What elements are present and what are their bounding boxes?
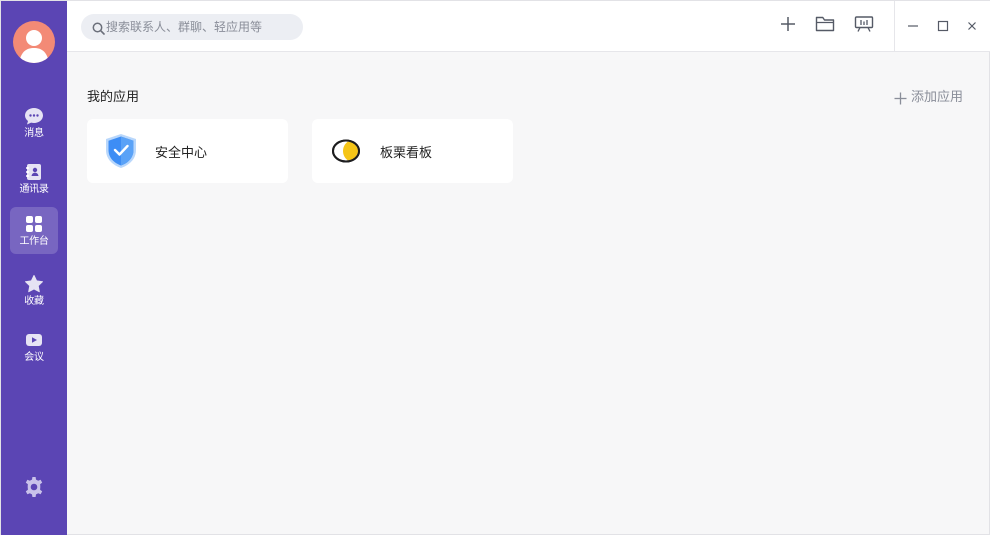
chat-bubble-icon [24,106,44,126]
top-bar [67,1,990,52]
sidebar-item-messages[interactable]: 消息 [10,99,58,146]
sidebar-item-favorites[interactable]: 收藏 [10,267,58,314]
sidebar-item-label: 消息 [24,127,44,139]
close-button[interactable] [962,16,982,36]
toolbar-divider [894,1,895,52]
workbench-main: 我的应用 添加应用 安全中心 板栗看板 [67,52,990,535]
sidebar-item-label: 通讯录 [19,183,49,195]
sidebar-item-contacts[interactable]: 通讯录 [10,155,58,202]
sidebar: 消息 通讯录 工作台 收藏 会议 [1,1,67,535]
close-icon [966,17,978,36]
sidebar-item-label: 收藏 [24,295,44,307]
app-window: 消息 通讯录 工作台 收藏 会议 搜索联系人、群聊、轻应用等 我的应用 添加应用… [0,0,990,535]
sidebar-item-label: 会议 [24,351,44,363]
sidebar-item-label: 工作台 [19,235,49,247]
section-title: 我的应用 [87,90,140,105]
minimize-button[interactable] [903,16,923,36]
minimize-icon [907,17,919,36]
plus-icon [780,16,796,36]
sidebar-item-meetings[interactable]: 会议 [10,323,58,370]
grid-apps-icon [24,214,44,234]
video-camera-icon [24,330,44,350]
avatar[interactable] [13,21,55,63]
add-app-button[interactable]: 添加应用 [894,90,963,106]
sidebar-item-workbench[interactable]: 工作台 [10,207,58,254]
search-box[interactable] [81,14,303,40]
contacts-book-icon [24,162,44,182]
shield-check-icon [102,132,140,170]
add-button[interactable] [777,15,799,37]
folder-button[interactable] [814,15,836,37]
search-input[interactable] [106,14,296,40]
app-name: 板栗看板 [380,145,433,161]
search-icon [92,20,105,39]
maximize-icon [937,17,949,36]
app-card-chestnut-board[interactable]: 板栗看板 [312,119,513,183]
presentation-screen-icon [854,15,874,37]
plus-icon [894,92,907,105]
app-card-security-center[interactable]: 安全中心 [87,119,288,183]
chestnut-board-icon [327,132,365,170]
star-icon [24,274,44,294]
folder-icon [815,15,835,37]
gear-icon[interactable] [22,475,46,499]
maximize-button[interactable] [933,16,953,36]
app-name: 安全中心 [155,145,208,161]
add-app-label: 添加应用 [910,90,963,105]
screen-share-button[interactable] [853,15,875,37]
